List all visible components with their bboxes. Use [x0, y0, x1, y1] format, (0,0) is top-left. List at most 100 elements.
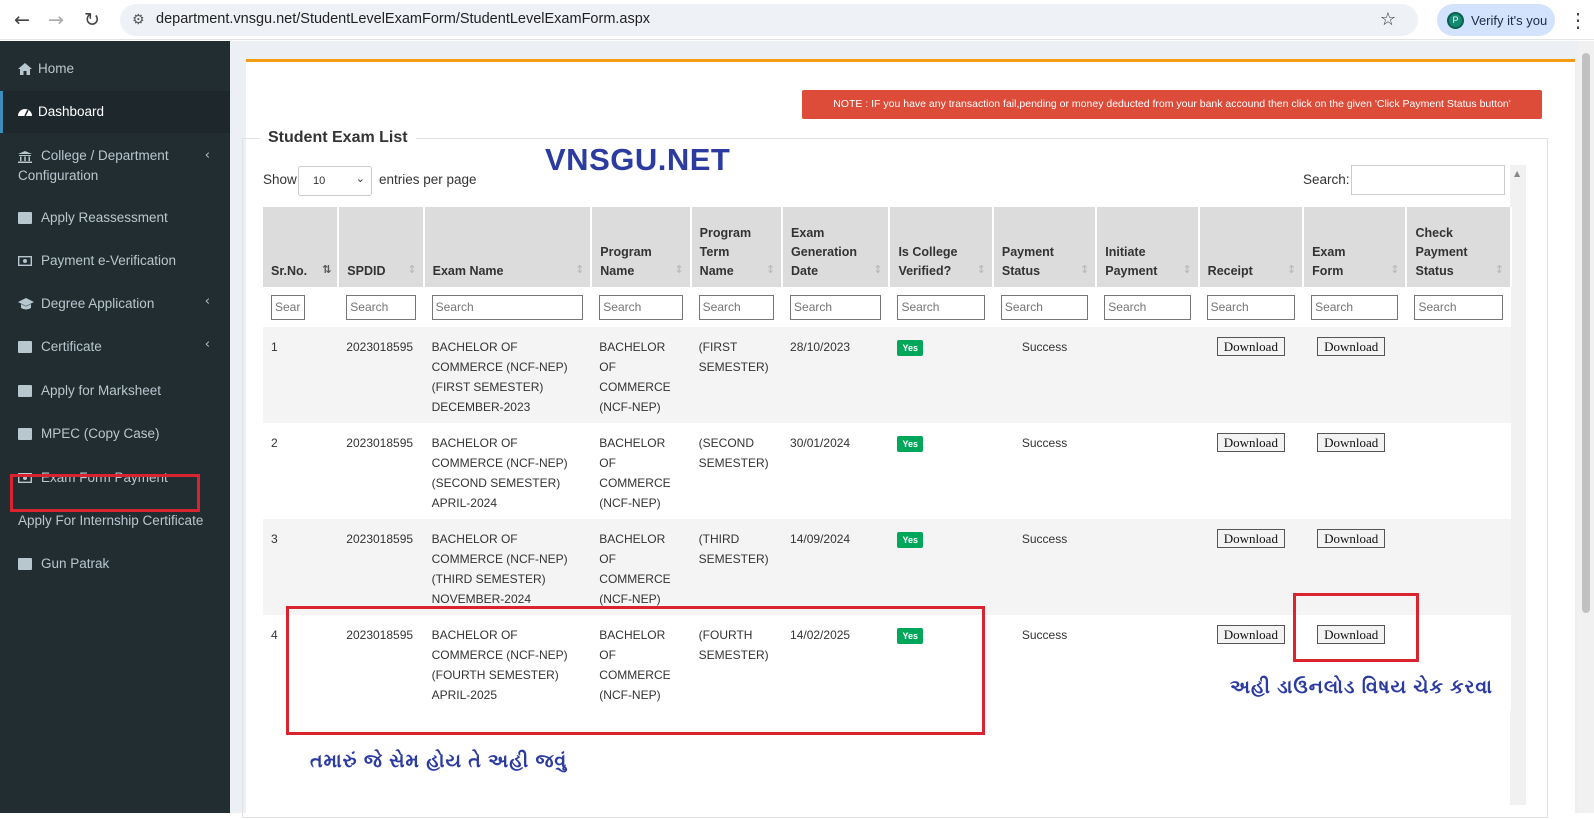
column-search-input[interactable] — [1000, 294, 1089, 320]
more-menu-icon[interactable]: ⋮ — [1568, 8, 1588, 33]
main-content: NOTE : IF you have any transaction fail,… — [230, 41, 1594, 819]
home-icon — [18, 63, 32, 75]
cell-payment-status: Success — [992, 423, 1097, 519]
forward-arrow-icon[interactable]: → — [44, 8, 68, 32]
book-icon — [18, 341, 32, 353]
column-search-input[interactable] — [698, 294, 775, 320]
sidebar-item-apply-for-marksheet[interactable]: Apply for Marksheet — [0, 381, 230, 401]
entries-label: entries per page — [379, 172, 477, 187]
receipt-download-button[interactable]: Download — [1216, 337, 1285, 356]
cell-spdid: 2023018595 — [338, 327, 424, 423]
graduation-cap-icon — [18, 298, 34, 310]
column-search-input[interactable] — [271, 294, 305, 320]
avatar: P — [1447, 12, 1464, 29]
status-badge: Yes — [897, 340, 923, 356]
column-header-exam-name[interactable]: Exam Name ↕ — [423, 207, 593, 287]
address-url[interactable]: department.vnsgu.net/StudentLevelExamFor… — [156, 11, 650, 27]
column-header-spdid[interactable]: SPDID ↕ — [338, 207, 425, 287]
entries-value: 10 — [313, 175, 326, 187]
cell-initiate-payment — [1096, 423, 1199, 519]
cell-exam-form: Download — [1303, 423, 1407, 519]
sidebar-item-degree-application[interactable]: Degree Application ‹ — [0, 294, 230, 314]
site-settings-icon[interactable]: ⚙ — [132, 12, 145, 28]
section-title: Student Exam List — [260, 129, 416, 147]
column-search-input[interactable] — [599, 294, 683, 320]
sort-icon: ↕ — [407, 263, 417, 276]
exam-name-line: BACHELOR OF — [431, 340, 518, 354]
column-search-input[interactable] — [1104, 294, 1191, 320]
sidebar-item-certificate[interactable]: Certificate ‹ — [0, 337, 230, 357]
column-header-program-term-name[interactable]: Program Term Name ↕ — [690, 207, 784, 287]
column-search-input[interactable] — [1311, 294, 1399, 320]
column-search-input[interactable] — [1206, 294, 1296, 320]
receipt-download-button[interactable]: Download — [1216, 529, 1285, 548]
column-header-is-college-verified[interactable]: Is College Verified? ↕ — [889, 207, 994, 287]
scrollbar-thumb[interactable] — [1582, 53, 1590, 613]
program-name-line: COMMERCE — [599, 380, 671, 394]
filter-cell — [1303, 287, 1407, 327]
sidebar-item-internship-certificate[interactable]: Apply For Internship Certificate — [0, 511, 230, 531]
cell-receipt: Download — [1198, 519, 1304, 615]
status-badge: Yes — [897, 532, 923, 548]
download-button-highlight-box — [1293, 593, 1419, 662]
money-icon — [18, 256, 32, 267]
table-scrollbar[interactable]: ▲ — [1510, 165, 1526, 805]
sidebar-item-mpec-copy-case[interactable]: MPEC (Copy Case) — [0, 424, 230, 444]
sidebar-item-gun-patrak[interactable]: Gun Patrak — [0, 554, 230, 574]
column-header-exam-form[interactable]: Exam Form ↕ — [1303, 207, 1408, 287]
address-bar[interactable]: ⚙ department.vnsgu.net/StudentLevelExamF… — [120, 4, 1418, 36]
cell-program-name: BACHELOR OF COMMERCE (NCF-NEP) — [591, 423, 691, 519]
exam-form-download-button[interactable]: Download — [1317, 337, 1386, 356]
term-name-line: (SECOND — [698, 436, 755, 450]
cell-college-verified: Yes — [889, 327, 993, 423]
sidebar-item-dashboard[interactable]: Dashboard — [0, 91, 230, 133]
program-name-line: BACHELOR OF — [599, 532, 666, 566]
sidebar-item-label: Dashboard — [38, 104, 105, 119]
filter-cell — [889, 287, 993, 327]
back-arrow-icon[interactable]: ← — [10, 8, 34, 32]
sidebar-item-apply-reassessment[interactable]: Apply Reassessment — [0, 208, 230, 228]
column-header-check-payment-status[interactable]: Check Payment Status ↕ — [1406, 207, 1512, 287]
column-search-input[interactable] — [790, 294, 882, 320]
column-search-input[interactable] — [346, 294, 416, 320]
reload-icon[interactable]: ↻ — [80, 8, 104, 32]
column-search-input[interactable] — [897, 294, 985, 320]
bookmark-star-icon[interactable]: ☆ — [1380, 9, 1396, 30]
profile-verify-button[interactable]: P Verify it's you — [1437, 4, 1555, 36]
page-scrollbar[interactable] — [1578, 41, 1594, 813]
column-header-initiate-payment[interactable]: Initiate Payment ↕ — [1096, 207, 1200, 287]
cell-program-name: BACHELOR OF COMMERCE (NCF-NEP) — [591, 327, 691, 423]
exam-form-download-button[interactable]: Download — [1317, 529, 1386, 548]
table-row: 2 2023018595 BACHELOR OF COMMERCE (NCF-NEP)… — [263, 423, 1511, 519]
column-header-receipt[interactable]: Receipt ↕ — [1198, 207, 1305, 287]
institution-icon — [18, 151, 32, 163]
exam-form-download-button[interactable]: Download — [1317, 433, 1386, 452]
scroll-up-icon[interactable]: ▲ — [1514, 169, 1520, 178]
cell-spdid: 2023018595 — [338, 423, 424, 519]
filter-cell — [782, 287, 890, 327]
program-name-line: BACHELOR OF — [599, 340, 666, 374]
sidebar-item-college-configuration[interactable]: College / Department Configuration ‹ — [0, 145, 230, 185]
browser-toolbar: ← → ↻ ⚙ department.vnsgu.net/StudentLeve… — [0, 0, 1594, 40]
sort-icon: ↕ — [765, 263, 776, 276]
filter-cell — [1096, 287, 1199, 327]
program-name-line: COMMERCE — [599, 476, 671, 490]
sidebar-item-payment-e-verification[interactable]: Payment e-Verification — [0, 251, 230, 271]
column-search-input[interactable] — [1414, 294, 1503, 320]
search-input[interactable] — [1351, 165, 1505, 195]
receipt-download-button[interactable]: Download — [1216, 625, 1285, 644]
sort-icon: ↕ — [873, 263, 883, 276]
receipt-download-button[interactable]: Download — [1216, 433, 1285, 452]
book-icon — [18, 385, 32, 397]
cell-spdid: 2023018595 — [338, 519, 424, 615]
sidebar-item-label: Gun Patrak — [41, 556, 110, 571]
cell-check-payment-status — [1406, 423, 1511, 519]
column-header-sr-no[interactable]: Sr.No. ⇅ — [263, 207, 340, 287]
sidebar-item-home[interactable]: Home — [0, 59, 230, 79]
filter-cell — [263, 287, 339, 327]
column-header-payment-status[interactable]: Payment Status ↕ — [992, 207, 1098, 287]
column-search-input[interactable] — [431, 294, 584, 320]
entries-select[interactable]: 10 ⌄ — [298, 166, 372, 196]
column-header-exam-generation-date[interactable]: Exam Generation Date ↕ — [782, 207, 891, 287]
column-header-program-name[interactable]: Program Name ↕ — [591, 207, 692, 287]
